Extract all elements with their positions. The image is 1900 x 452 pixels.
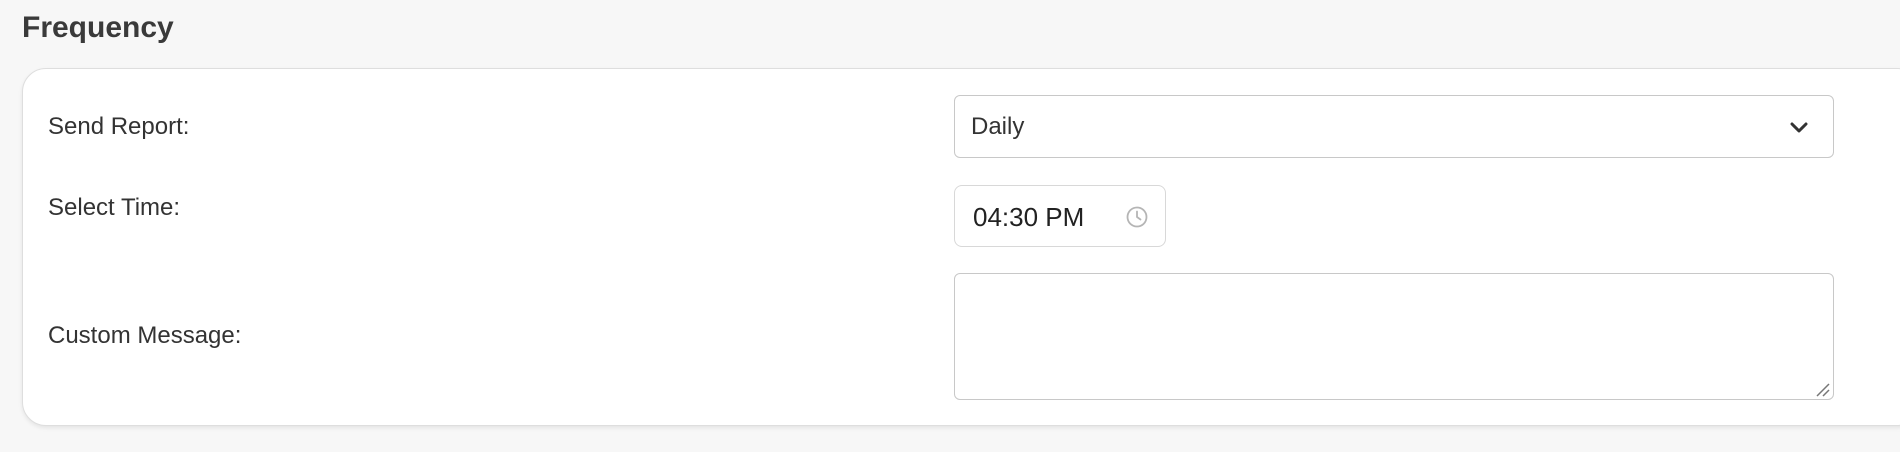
send-report-select[interactable]: Daily xyxy=(954,95,1834,158)
resize-handle-icon[interactable] xyxy=(1814,381,1830,397)
select-time-label: Select Time: xyxy=(48,194,181,221)
time-value: 04:30 PM xyxy=(973,202,1085,232)
custom-message-label: Custom Message: xyxy=(48,322,242,349)
chevron-down-icon xyxy=(1790,122,1808,133)
send-report-label: Send Report: xyxy=(48,113,190,140)
custom-message-textarea[interactable] xyxy=(954,273,1834,400)
send-report-value: Daily xyxy=(971,113,1025,140)
section-title: Frequency xyxy=(22,11,174,44)
time-input[interactable]: 04:30 PM xyxy=(954,185,1166,247)
clock-icon[interactable] xyxy=(1125,205,1149,229)
